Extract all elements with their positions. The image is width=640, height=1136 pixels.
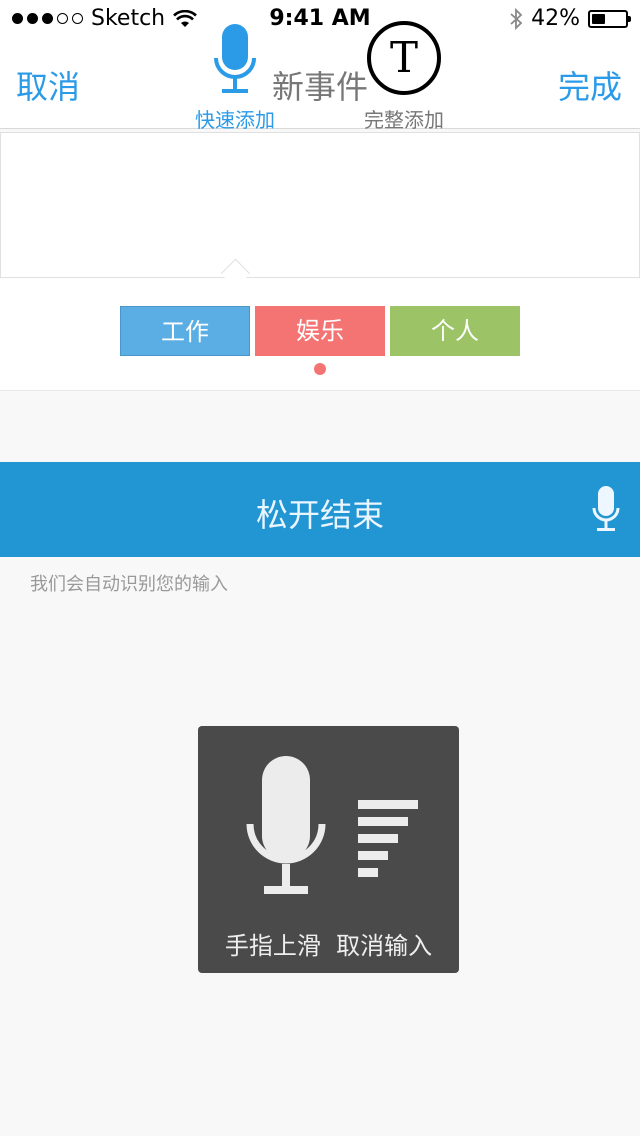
category-selector: 工作 娱乐 个人 <box>0 278 640 391</box>
microphone-icon <box>246 756 326 894</box>
page-title: 新事件 <box>271 68 368 106</box>
bluetooth-icon <box>510 7 523 30</box>
recording-overlay: 手指上滑 取消输入 <box>198 726 459 973</box>
release-to-end-label: 松开结束 <box>255 496 384 534</box>
text-t-letter: T <box>390 33 418 82</box>
quick-add-tab[interactable]: 快速添加 <box>175 20 295 132</box>
category-fun-button[interactable]: 娱乐 <box>255 306 385 356</box>
add-mode-panel <box>0 132 640 278</box>
battery-fill <box>592 13 605 24</box>
volume-bar <box>358 817 408 826</box>
category-work-button[interactable]: 工作 <box>120 306 250 356</box>
volume-level-icon <box>358 800 418 885</box>
full-add-label: 完整添加 <box>364 108 444 132</box>
navigation-bar: 取消 新事件 完成 <box>0 40 640 129</box>
text-t-icon: T <box>367 21 441 95</box>
full-add-tab[interactable]: T 完整添加 <box>344 20 464 132</box>
microphone-icon <box>592 486 620 531</box>
volume-bar <box>358 834 398 843</box>
battery-icon <box>588 9 631 28</box>
release-to-end-bar[interactable]: 松开结束 <box>0 462 640 557</box>
category-personal-button[interactable]: 个人 <box>390 306 520 356</box>
volume-bar <box>358 851 388 860</box>
quick-add-label: 快速添加 <box>195 108 275 132</box>
battery-percent: 42% <box>531 6 580 31</box>
volume-bar <box>358 800 418 809</box>
status-bar: Sketch 9:41 AM 42% <box>0 0 640 40</box>
microphone-icon <box>214 24 256 93</box>
done-button[interactable]: 完成 <box>558 62 622 108</box>
auto-recognize-hint: 我们会自动识别您的输入 <box>30 574 228 595</box>
volume-bar <box>358 868 378 877</box>
status-right: 42% <box>509 6 631 31</box>
slide-up-cancel-text: 手指上滑 取消输入 <box>224 932 433 960</box>
selected-category-indicator <box>314 363 326 375</box>
